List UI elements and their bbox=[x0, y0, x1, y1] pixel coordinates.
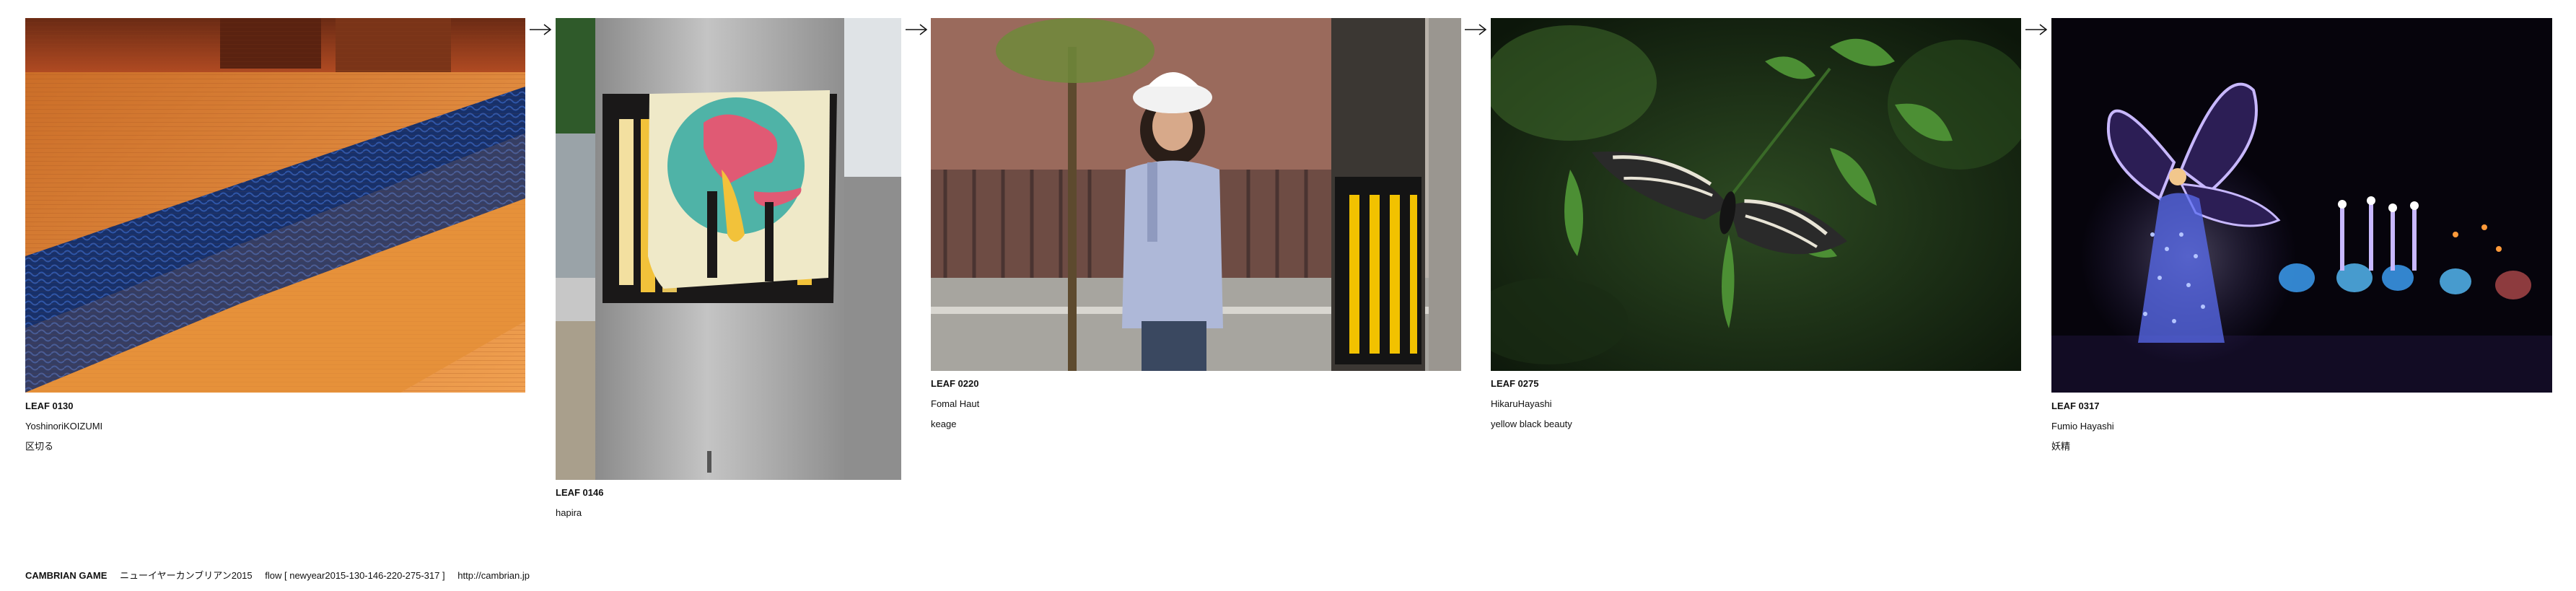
leaf-id[interactable]: LEAF 0220 bbox=[931, 379, 979, 389]
leaf-id[interactable]: LEAF 0130 bbox=[25, 401, 102, 411]
leaf-photo-tatami[interactable] bbox=[25, 18, 525, 393]
leaf-author[interactable]: Fomal Haut bbox=[931, 399, 979, 409]
right-arrow-icon bbox=[2024, 22, 2049, 37]
leaf-id[interactable]: LEAF 0275 bbox=[1491, 379, 1572, 389]
flow-title: ニューイヤーカンブリアン2015 bbox=[120, 570, 253, 581]
right-arrow-icon bbox=[1463, 22, 1488, 37]
flow-label: flow [ newyear2015-130-146-220-275-317 ] bbox=[265, 570, 445, 581]
leaf-caption-0275: LEAF 0275 HikaruHayashi yellow black bea… bbox=[1491, 379, 1572, 439]
footer: CAMBRIAN GAME ニューイヤーカンブリアン2015 flow [ ne… bbox=[25, 568, 530, 582]
right-arrow-icon bbox=[528, 22, 553, 37]
brand-name[interactable]: CAMBRIAN GAME bbox=[25, 570, 107, 581]
leaf-author[interactable]: HikaruHayashi bbox=[1491, 399, 1572, 409]
leaf-caption-0130: LEAF 0130 YoshinoriKOIZUMI 区切る bbox=[25, 401, 102, 462]
leaf-title: 区切る bbox=[25, 441, 54, 452]
leaf-author[interactable]: Fumio Hayashi bbox=[2051, 421, 2114, 432]
leaf-id[interactable]: LEAF 0146 bbox=[556, 488, 603, 498]
leaf-title: 妖精 bbox=[2051, 441, 2071, 452]
leaf-photo-pole[interactable] bbox=[556, 18, 901, 480]
leaf-caption-0220: LEAF 0220 Fomal Haut keage bbox=[931, 379, 979, 439]
leaf-title: yellow black beauty bbox=[1491, 419, 1572, 429]
leaf-photo-butterfly[interactable] bbox=[1491, 18, 2021, 371]
right-arrow-icon bbox=[904, 22, 929, 37]
leaf-title: keage bbox=[931, 419, 957, 429]
leaf-author[interactable]: YoshinoriKOIZUMI bbox=[25, 421, 102, 432]
leaf-photo-keage[interactable] bbox=[931, 18, 1461, 371]
leaf-caption-0146: LEAF 0146 hapira bbox=[556, 488, 603, 528]
leaf-photo-fairy[interactable] bbox=[2051, 18, 2552, 393]
site-link[interactable]: http://cambrian.jp bbox=[457, 570, 530, 581]
leaf-caption-0317: LEAF 0317 Fumio Hayashi 妖精 bbox=[2051, 401, 2114, 462]
leaf-id[interactable]: LEAF 0317 bbox=[2051, 401, 2114, 411]
leaf-title: hapira bbox=[556, 507, 582, 518]
